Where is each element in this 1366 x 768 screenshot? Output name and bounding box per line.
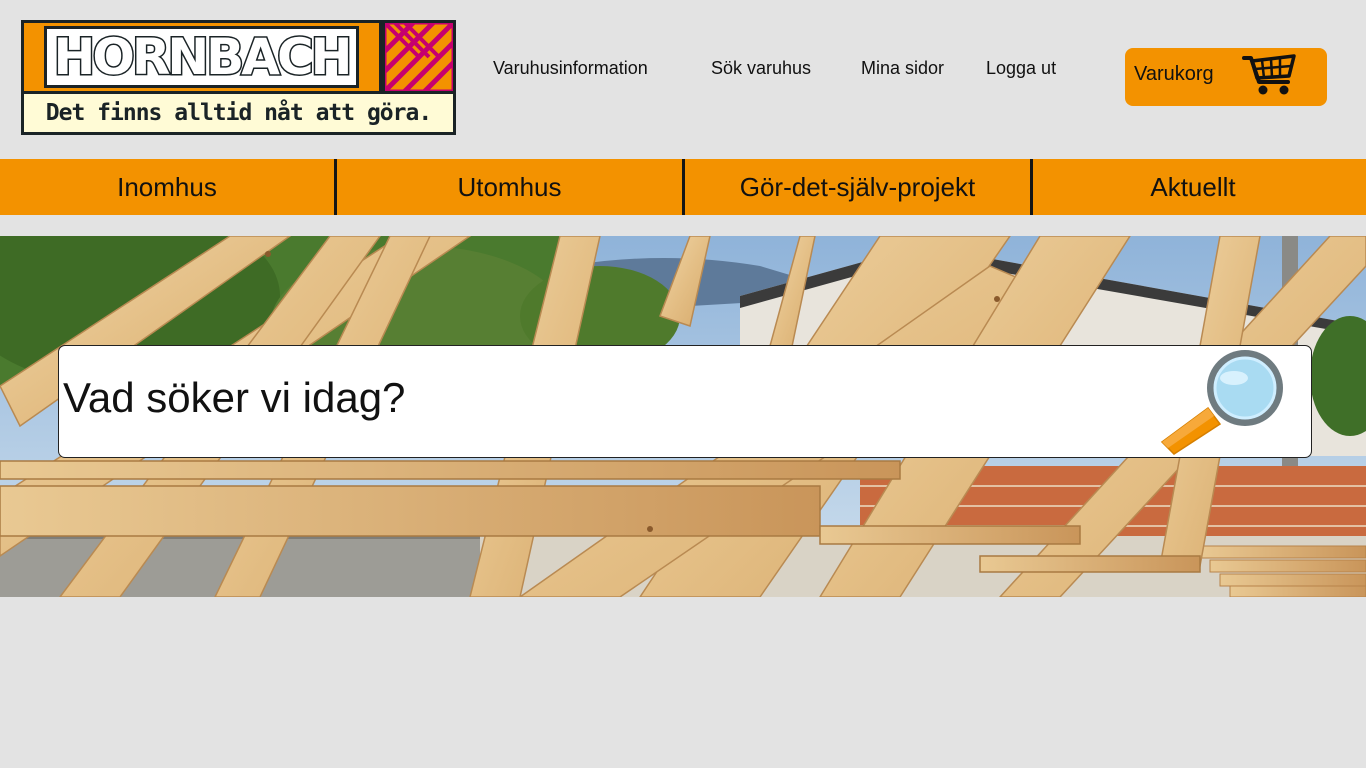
link-store-info[interactable]: Varuhusinformation: [493, 58, 648, 79]
logo-slogan-panel: Det finns alltid nåt att göra.: [24, 94, 453, 132]
cart-button[interactable]: Varukorg: [1125, 48, 1327, 106]
hornbach-logo[interactable]: HORNBACH Det finns alltid nåt att göra.: [21, 20, 456, 135]
nav-item-utomhus[interactable]: Utomhus: [337, 159, 682, 215]
link-my-pages[interactable]: Mina sidor: [861, 58, 944, 79]
logo-wordmark: HORNBACH: [44, 26, 359, 88]
nav-item-inomhus[interactable]: Inomhus: [0, 159, 334, 215]
nav-item-aktuellt[interactable]: Aktuellt: [1033, 159, 1353, 215]
search-button[interactable]: [1158, 350, 1292, 456]
main-navigation: Inomhus Utomhus Gör-det-själv-projekt Ak…: [0, 159, 1366, 215]
logo-stripes-mark: [385, 23, 453, 91]
nav-item-diy-projects[interactable]: Gör-det-själv-projekt: [685, 159, 1030, 215]
cart-label: Varukorg: [1134, 63, 1214, 85]
search-placeholder: Vad söker vi idag?: [63, 374, 406, 421]
logo-slogan: Det finns alltid nåt att göra.: [45, 100, 432, 126]
shopping-cart-icon: [1242, 52, 1298, 103]
link-find-store[interactable]: Sök varuhus: [711, 58, 811, 79]
search-input[interactable]: Vad söker vi idag?: [58, 345, 1312, 458]
logo-wordmark-panel: HORNBACH: [24, 23, 382, 91]
link-logout[interactable]: Logga ut: [986, 58, 1056, 79]
magnifying-glass-icon: [1158, 350, 1292, 460]
